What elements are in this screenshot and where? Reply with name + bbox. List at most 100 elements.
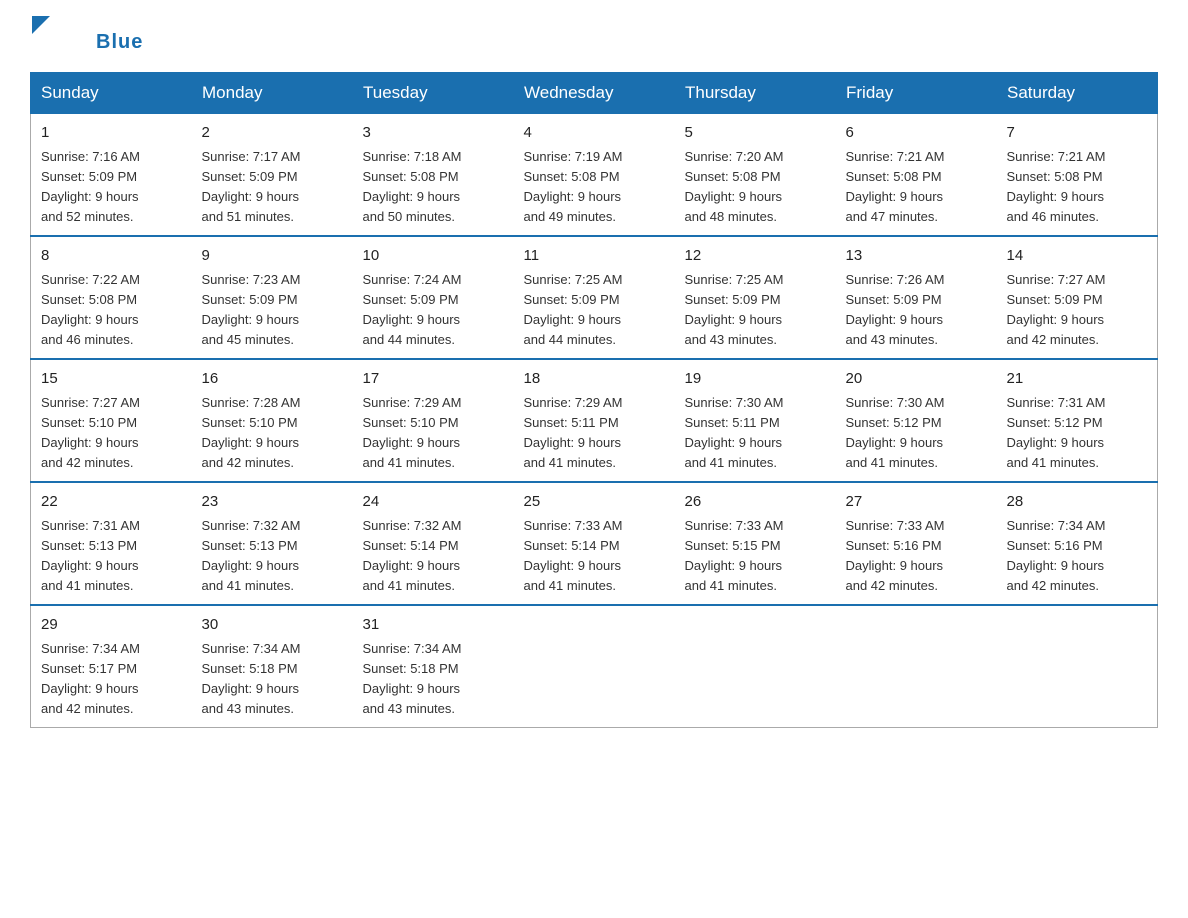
day-number: 22 xyxy=(41,491,182,514)
calendar-header-wednesday: Wednesday xyxy=(514,73,675,114)
day-number: 11 xyxy=(524,245,665,268)
day-number: 13 xyxy=(846,245,987,268)
calendar-day-cell: 4 Sunrise: 7:19 AMSunset: 5:08 PMDayligh… xyxy=(514,114,675,237)
calendar-week-row: 8 Sunrise: 7:22 AMSunset: 5:08 PMDayligh… xyxy=(31,236,1158,359)
day-number: 4 xyxy=(524,122,665,145)
day-info: Sunrise: 7:18 AMSunset: 5:08 PMDaylight:… xyxy=(363,149,462,224)
day-number: 14 xyxy=(1007,245,1148,268)
day-number: 17 xyxy=(363,368,504,391)
calendar-table: SundayMondayTuesdayWednesdayThursdayFrid… xyxy=(30,72,1158,728)
day-number: 9 xyxy=(202,245,343,268)
calendar-header-saturday: Saturday xyxy=(997,73,1158,114)
day-info: Sunrise: 7:16 AMSunset: 5:09 PMDaylight:… xyxy=(41,149,140,224)
calendar-day-cell: 7 Sunrise: 7:21 AMSunset: 5:08 PMDayligh… xyxy=(997,114,1158,237)
calendar-day-cell xyxy=(836,605,997,728)
day-info: Sunrise: 7:25 AMSunset: 5:09 PMDaylight:… xyxy=(685,272,784,347)
calendar-day-cell: 8 Sunrise: 7:22 AMSunset: 5:08 PMDayligh… xyxy=(31,236,192,359)
day-number: 2 xyxy=(202,122,343,145)
calendar-day-cell: 12 Sunrise: 7:25 AMSunset: 5:09 PMDaylig… xyxy=(675,236,836,359)
day-info: Sunrise: 7:29 AMSunset: 5:10 PMDaylight:… xyxy=(363,395,462,470)
day-info: Sunrise: 7:31 AMSunset: 5:13 PMDaylight:… xyxy=(41,518,140,593)
day-info: Sunrise: 7:30 AMSunset: 5:12 PMDaylight:… xyxy=(846,395,945,470)
calendar-header-friday: Friday xyxy=(836,73,997,114)
calendar-day-cell: 27 Sunrise: 7:33 AMSunset: 5:16 PMDaylig… xyxy=(836,482,997,605)
calendar-day-cell: 31 Sunrise: 7:34 AMSunset: 5:18 PMDaylig… xyxy=(353,605,514,728)
day-number: 23 xyxy=(202,491,343,514)
day-number: 7 xyxy=(1007,122,1148,145)
calendar-day-cell: 20 Sunrise: 7:30 AMSunset: 5:12 PMDaylig… xyxy=(836,359,997,482)
calendar-day-cell: 11 Sunrise: 7:25 AMSunset: 5:09 PMDaylig… xyxy=(514,236,675,359)
day-number: 5 xyxy=(685,122,826,145)
calendar-day-cell: 26 Sunrise: 7:33 AMSunset: 5:15 PMDaylig… xyxy=(675,482,836,605)
day-info: Sunrise: 7:34 AMSunset: 5:18 PMDaylight:… xyxy=(202,641,301,716)
day-info: Sunrise: 7:32 AMSunset: 5:13 PMDaylight:… xyxy=(202,518,301,593)
calendar-day-cell: 6 Sunrise: 7:21 AMSunset: 5:08 PMDayligh… xyxy=(836,114,997,237)
day-info: Sunrise: 7:30 AMSunset: 5:11 PMDaylight:… xyxy=(685,395,784,470)
calendar-day-cell: 9 Sunrise: 7:23 AMSunset: 5:09 PMDayligh… xyxy=(192,236,353,359)
day-number: 12 xyxy=(685,245,826,268)
calendar-week-row: 22 Sunrise: 7:31 AMSunset: 5:13 PMDaylig… xyxy=(31,482,1158,605)
calendar-day-cell: 2 Sunrise: 7:17 AMSunset: 5:09 PMDayligh… xyxy=(192,114,353,237)
day-info: Sunrise: 7:34 AMSunset: 5:17 PMDaylight:… xyxy=(41,641,140,716)
day-number: 29 xyxy=(41,614,182,637)
day-info: Sunrise: 7:25 AMSunset: 5:09 PMDaylight:… xyxy=(524,272,623,347)
day-info: Sunrise: 7:28 AMSunset: 5:10 PMDaylight:… xyxy=(202,395,301,470)
day-number: 28 xyxy=(1007,491,1148,514)
day-info: Sunrise: 7:19 AMSunset: 5:08 PMDaylight:… xyxy=(524,149,623,224)
day-number: 1 xyxy=(41,122,182,145)
day-info: Sunrise: 7:17 AMSunset: 5:09 PMDaylight:… xyxy=(202,149,301,224)
day-info: Sunrise: 7:32 AMSunset: 5:14 PMDaylight:… xyxy=(363,518,462,593)
calendar-day-cell xyxy=(675,605,836,728)
day-info: Sunrise: 7:33 AMSunset: 5:16 PMDaylight:… xyxy=(846,518,945,593)
day-info: Sunrise: 7:34 AMSunset: 5:18 PMDaylight:… xyxy=(363,641,462,716)
calendar-day-cell: 14 Sunrise: 7:27 AMSunset: 5:09 PMDaylig… xyxy=(997,236,1158,359)
calendar-day-cell: 24 Sunrise: 7:32 AMSunset: 5:14 PMDaylig… xyxy=(353,482,514,605)
day-number: 15 xyxy=(41,368,182,391)
calendar-day-cell: 10 Sunrise: 7:24 AMSunset: 5:09 PMDaylig… xyxy=(353,236,514,359)
calendar-day-cell: 1 Sunrise: 7:16 AMSunset: 5:09 PMDayligh… xyxy=(31,114,192,237)
day-info: Sunrise: 7:21 AMSunset: 5:08 PMDaylight:… xyxy=(846,149,945,224)
page-header: Blue xyxy=(30,20,1158,54)
day-info: Sunrise: 7:27 AMSunset: 5:10 PMDaylight:… xyxy=(41,395,140,470)
calendar-day-cell xyxy=(514,605,675,728)
day-info: Sunrise: 7:33 AMSunset: 5:15 PMDaylight:… xyxy=(685,518,784,593)
day-info: Sunrise: 7:27 AMSunset: 5:09 PMDaylight:… xyxy=(1007,272,1106,347)
calendar-day-cell: 29 Sunrise: 7:34 AMSunset: 5:17 PMDaylig… xyxy=(31,605,192,728)
calendar-header-thursday: Thursday xyxy=(675,73,836,114)
day-info: Sunrise: 7:21 AMSunset: 5:08 PMDaylight:… xyxy=(1007,149,1106,224)
calendar-day-cell: 3 Sunrise: 7:18 AMSunset: 5:08 PMDayligh… xyxy=(353,114,514,237)
day-number: 30 xyxy=(202,614,343,637)
calendar-day-cell: 13 Sunrise: 7:26 AMSunset: 5:09 PMDaylig… xyxy=(836,236,997,359)
day-number: 27 xyxy=(846,491,987,514)
day-info: Sunrise: 7:22 AMSunset: 5:08 PMDaylight:… xyxy=(41,272,140,347)
calendar-day-cell: 18 Sunrise: 7:29 AMSunset: 5:11 PMDaylig… xyxy=(514,359,675,482)
calendar-week-row: 29 Sunrise: 7:34 AMSunset: 5:17 PMDaylig… xyxy=(31,605,1158,728)
logo-triangle-icon xyxy=(32,16,50,34)
day-number: 8 xyxy=(41,245,182,268)
day-info: Sunrise: 7:26 AMSunset: 5:09 PMDaylight:… xyxy=(846,272,945,347)
day-info: Sunrise: 7:24 AMSunset: 5:09 PMDaylight:… xyxy=(363,272,462,347)
calendar-day-cell: 19 Sunrise: 7:30 AMSunset: 5:11 PMDaylig… xyxy=(675,359,836,482)
calendar-header-row: SundayMondayTuesdayWednesdayThursdayFrid… xyxy=(31,73,1158,114)
day-number: 26 xyxy=(685,491,826,514)
day-info: Sunrise: 7:33 AMSunset: 5:14 PMDaylight:… xyxy=(524,518,623,593)
calendar-header-sunday: Sunday xyxy=(31,73,192,114)
day-number: 19 xyxy=(685,368,826,391)
day-info: Sunrise: 7:29 AMSunset: 5:11 PMDaylight:… xyxy=(524,395,623,470)
calendar-day-cell: 25 Sunrise: 7:33 AMSunset: 5:14 PMDaylig… xyxy=(514,482,675,605)
day-number: 24 xyxy=(363,491,504,514)
calendar-day-cell: 23 Sunrise: 7:32 AMSunset: 5:13 PMDaylig… xyxy=(192,482,353,605)
calendar-day-cell: 30 Sunrise: 7:34 AMSunset: 5:18 PMDaylig… xyxy=(192,605,353,728)
calendar-day-cell: 22 Sunrise: 7:31 AMSunset: 5:13 PMDaylig… xyxy=(31,482,192,605)
calendar-day-cell: 28 Sunrise: 7:34 AMSunset: 5:16 PMDaylig… xyxy=(997,482,1158,605)
calendar-header-tuesday: Tuesday xyxy=(353,73,514,114)
calendar-day-cell: 5 Sunrise: 7:20 AMSunset: 5:08 PMDayligh… xyxy=(675,114,836,237)
calendar-header-monday: Monday xyxy=(192,73,353,114)
day-number: 6 xyxy=(846,122,987,145)
calendar-day-cell: 21 Sunrise: 7:31 AMSunset: 5:12 PMDaylig… xyxy=(997,359,1158,482)
calendar-week-row: 15 Sunrise: 7:27 AMSunset: 5:10 PMDaylig… xyxy=(31,359,1158,482)
day-number: 31 xyxy=(363,614,504,637)
calendar-day-cell: 17 Sunrise: 7:29 AMSunset: 5:10 PMDaylig… xyxy=(353,359,514,482)
calendar-week-row: 1 Sunrise: 7:16 AMSunset: 5:09 PMDayligh… xyxy=(31,114,1158,237)
day-number: 10 xyxy=(363,245,504,268)
